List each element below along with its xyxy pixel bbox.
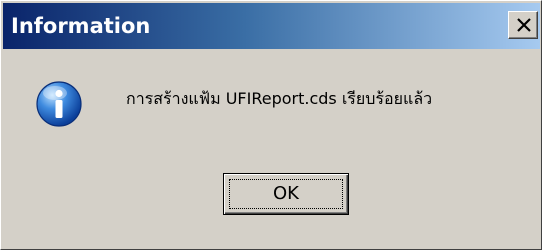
close-icon <box>517 18 531 32</box>
close-button[interactable] <box>508 11 538 39</box>
title-bar[interactable]: Information <box>3 3 540 49</box>
information-dialog: Information การสร้างแฟ้ม UFIReport.cds เ… <box>0 0 542 250</box>
info-icon <box>36 81 82 127</box>
ok-button-label: OK <box>273 183 299 204</box>
ok-button[interactable]: OK <box>223 173 349 215</box>
dialog-message: การสร้างแฟ้ม UFIReport.cds เรียบร้อยแล้ว <box>126 89 433 108</box>
dialog-title: Information <box>11 14 151 38</box>
